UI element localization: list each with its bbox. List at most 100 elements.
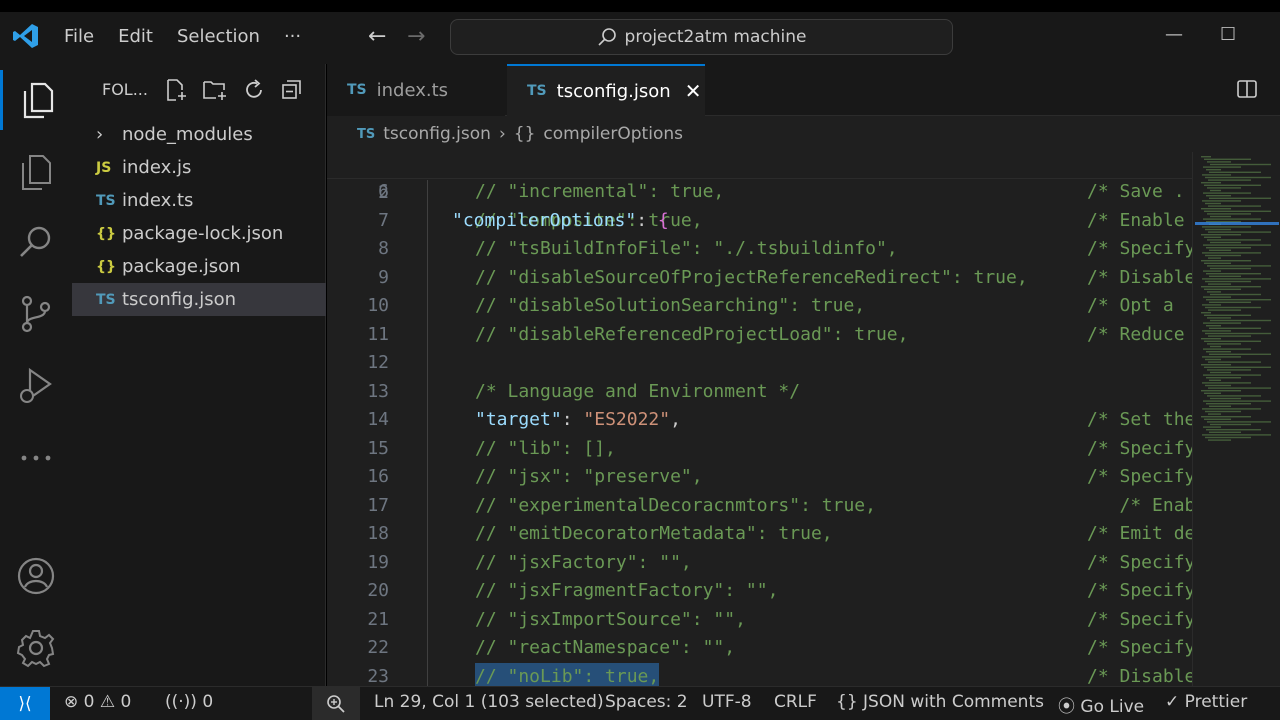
- code-line[interactable]: 20 // "jsxFragmentFactory": "", /* Specify: [327, 577, 1192, 606]
- minimap-preview: [1195, 156, 1279, 441]
- tree-item-index-ts[interactable]: TS index.ts: [72, 184, 326, 217]
- minimize-button[interactable]: —: [1165, 24, 1183, 45]
- refresh-icon[interactable]: [242, 78, 266, 102]
- collapse-all-icon[interactable]: [280, 78, 304, 102]
- tree-item-package-lock[interactable]: {} package-lock.json: [72, 217, 326, 250]
- code-line[interactable]: 6// "incremental": true,/* Save .: [327, 178, 1192, 207]
- menu-edit[interactable]: Edit: [118, 26, 153, 47]
- explorer-alt-activity[interactable]: [0, 142, 72, 202]
- line-number: 15: [367, 437, 389, 459]
- encoding[interactable]: UTF-8: [702, 692, 752, 712]
- tree-item-label: tsconfig.json: [122, 289, 237, 310]
- code-text: // "jsxFragmentFactory": "",: [475, 580, 779, 601]
- run-debug-activity[interactable]: [0, 356, 72, 416]
- code-line[interactable]: 8// "tsBuildInfoFile": "./.tsbuildinfo",…: [327, 235, 1192, 264]
- code-line[interactable]: 22 // "reactNamespace": "", /* Specify: [327, 634, 1192, 663]
- code-line[interactable]: 15 // "lib": [], /* Specify: [327, 435, 1192, 464]
- new-folder-icon[interactable]: [202, 78, 228, 102]
- command-center-search[interactable]: project2atm machine: [450, 19, 953, 55]
- ports-indicator[interactable]: ((·)) 0: [165, 692, 213, 712]
- tree-item-label: package-lock.json: [122, 223, 284, 244]
- tree-item-node-modules[interactable]: › node_modules: [72, 118, 326, 151]
- code-line[interactable]: 12: [327, 349, 1192, 378]
- breadcrumb: TS tsconfig.json › {} compilerOptions: [327, 116, 1280, 152]
- language-mode[interactable]: {} JSON with Comments: [836, 692, 1044, 712]
- warning-icon: ⚠: [99, 692, 116, 712]
- breadcrumb-file[interactable]: tsconfig.json: [383, 124, 491, 144]
- explorer-actions: [164, 78, 304, 102]
- maximize-button[interactable]: ☐: [1220, 24, 1236, 45]
- code-text: // "reactNamespace": "",: [475, 637, 736, 658]
- line-number: 13: [367, 380, 389, 402]
- code-text: // "jsx": "preserve",: [475, 466, 703, 487]
- line-number: 18: [367, 523, 389, 544]
- ts-file-icon: TS: [96, 291, 116, 308]
- accounts-activity[interactable]: [0, 546, 72, 606]
- more-activity[interactable]: [0, 428, 72, 488]
- zoom-icon: [327, 695, 345, 713]
- braces-icon: {}: [513, 124, 536, 144]
- breadcrumb-symbol[interactable]: compilerOptions: [543, 124, 683, 144]
- close-icon[interactable]: ✕: [685, 79, 702, 103]
- trailing-comment: /* Disable: [1087, 266, 1192, 288]
- go-live-button[interactable]: ⦿ Go Live: [1058, 692, 1144, 717]
- vscode-logo-icon: [13, 24, 38, 48]
- source-control-activity[interactable]: [0, 284, 72, 344]
- new-file-icon[interactable]: [164, 78, 188, 102]
- split-editor-icon[interactable]: [1236, 78, 1258, 100]
- trailing-comment: /* Specify: [1087, 466, 1192, 487]
- json-key: "compilerOptions": [452, 210, 637, 231]
- back-arrow-icon[interactable]: ←: [368, 24, 386, 49]
- trailing-comment: /* Disable: [1087, 665, 1192, 687]
- problems-indicator[interactable]: ⊗ 0 ⚠ 0: [64, 692, 131, 712]
- tree-item-tsconfig[interactable]: TS tsconfig.json: [72, 283, 326, 316]
- line-number: 17: [367, 494, 389, 516]
- files-icon: [22, 155, 51, 190]
- remote-indicator[interactable]: ⟩⟨: [0, 687, 50, 720]
- prettier-button[interactable]: ✓ Prettier: [1165, 692, 1247, 712]
- title-bar: File Edit Selection ··· ← → project2atm …: [0, 0, 1280, 64]
- settings-activity[interactable]: [0, 618, 72, 678]
- line-number: 20: [367, 580, 389, 601]
- explorer-activity[interactable]: [0, 70, 72, 130]
- tree-item-package-json[interactable]: {} package.json: [72, 250, 326, 283]
- menu-more-icon[interactable]: ···: [284, 26, 301, 47]
- trailing-comment: /* Specify: [1087, 608, 1192, 630]
- trailing-comment: /* Specify: [1087, 238, 1192, 259]
- code-line[interactable]: 23 // "noLib": true, /* Disable: [327, 662, 1192, 687]
- sticky-scroll-line[interactable]: 2 "compilerOptions": {: [327, 152, 1192, 231]
- code-line[interactable]: 17// "experimentalDecoracnmtors": true, …: [327, 492, 1192, 521]
- code-line[interactable]: 10 // "disableSolutionSearching": true, /*…: [327, 292, 1192, 321]
- tab-tsconfig-json[interactable]: TS tsconfig.json ✕: [507, 64, 705, 116]
- code-line[interactable]: 19 // "jsxFactory": "", /* Specify: [327, 549, 1192, 578]
- minimap[interactable]: [1192, 152, 1280, 686]
- language-label: JSON with Comments: [863, 692, 1044, 712]
- code-line[interactable]: 18 // "emitDecoratorMetadata": true, /* Em…: [327, 520, 1192, 549]
- code-line[interactable]: 14 "target": "ES2022", /* Set the: [327, 406, 1192, 435]
- search-activity[interactable]: [0, 212, 72, 272]
- indentation[interactable]: Spaces: 2: [605, 692, 688, 712]
- code-editor[interactable]: 2 "compilerOptions": { 6// "incremental"…: [327, 152, 1192, 686]
- search-icon: [597, 28, 616, 46]
- code-line[interactable]: 11 // "disableReferencedProjectLoad": tru…: [327, 321, 1192, 350]
- code-line[interactable]: 16 // "jsx": "preserve", /* Specify: [327, 463, 1192, 492]
- trailing-comment: /* Specify: [1087, 551, 1192, 573]
- trailing-comment: /* Reduce: [1087, 323, 1185, 345]
- cursor-position[interactable]: Ln 29, Col 1 (103 selected): [374, 692, 604, 712]
- zoom-button[interactable]: [312, 687, 360, 720]
- menu-file[interactable]: File: [64, 26, 94, 47]
- brace: {: [657, 210, 669, 231]
- tree-item-index-js[interactable]: JS index.js: [72, 151, 326, 184]
- line-number: 21: [367, 608, 389, 630]
- code-line[interactable]: 21 // "jsxImportSource": "", /* Specify: [327, 606, 1192, 635]
- line-number: 11: [367, 323, 389, 345]
- trailing-comment: /* Emit de: [1087, 523, 1192, 544]
- line-ending[interactable]: CRLF: [774, 692, 817, 712]
- code-line[interactable]: 13 /* Language and Environment */: [327, 378, 1192, 407]
- code-text: // "jsxFactory": "",: [475, 551, 692, 573]
- prettier-label: Prettier: [1184, 692, 1248, 712]
- menu-selection[interactable]: Selection: [177, 26, 260, 47]
- forward-arrow-icon[interactable]: →: [407, 24, 425, 49]
- tab-index-ts[interactable]: TS index.ts: [327, 64, 505, 116]
- code-line[interactable]: 9 // "disableSourceOfProjectReferenceRedi…: [327, 264, 1192, 293]
